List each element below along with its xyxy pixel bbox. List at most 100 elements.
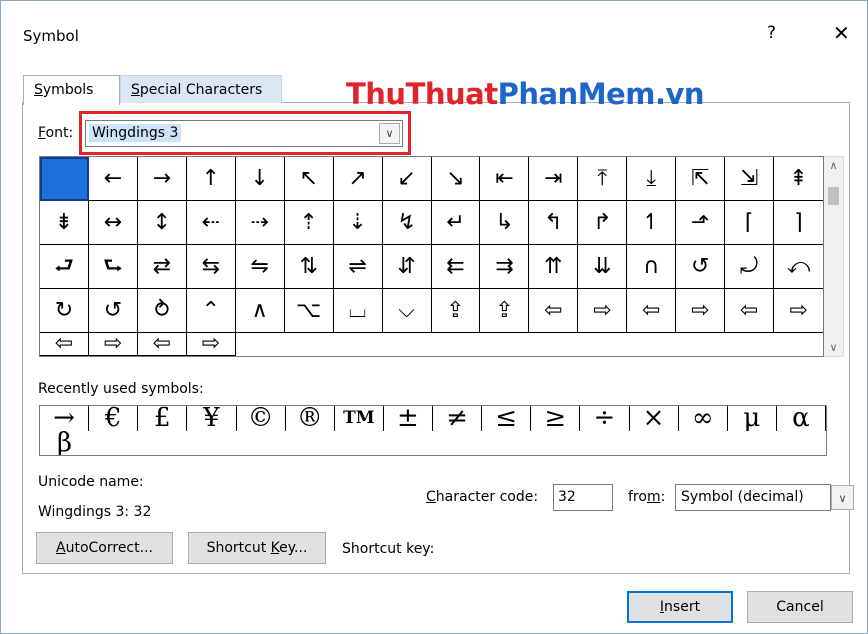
symbol-cell[interactable]: ⇤ [480,157,530,201]
recent-symbol-cell[interactable]: ÷ [580,406,630,431]
symbol-cell[interactable]: ⇲ [725,157,775,201]
symbol-cell[interactable]: ↓ [235,157,285,201]
symbol-cell[interactable]: ⇨ [88,333,138,356]
symbol-cell[interactable]: ⌈ [725,201,775,245]
symbol-cell[interactable]: ⇞ [774,157,823,201]
symbol-cell[interactable]: ↯ [382,201,432,245]
symbol-cell[interactable]: ↖ [284,157,334,201]
recent-symbol-cell[interactable]: £ [138,406,188,431]
recent-symbol-cell[interactable]: β [40,431,89,456]
symbol-cell[interactable]: ⌥ [284,289,334,333]
symbol-cell[interactable]: ⇦ [529,289,579,333]
symbol-cell[interactable]: ⤓ [627,157,677,201]
symbol-cell[interactable]: ⇠ [186,201,236,245]
symbol-cell[interactable]: ⇨ [578,289,628,333]
recent-symbol-cell[interactable]: © [237,406,286,431]
symbol-cell[interactable]: ∩ [627,245,677,289]
symbol-cell[interactable]: ⤺ [774,245,823,289]
symbol-cell-selected[interactable] [40,157,89,201]
from-select[interactable]: Symbol (decimal) ∨ [675,484,854,511]
symbol-cell[interactable]: ⇪ [431,289,481,333]
symbol-cell[interactable]: ⇦ [137,333,187,356]
symbol-cell[interactable]: ⮑ [88,245,138,289]
recent-symbol-cell[interactable]: ≤ [482,406,532,431]
symbol-cell[interactable]: ⇅ [284,245,334,289]
shortcut-key-button[interactable]: Shortcut Key... [188,532,326,564]
symbol-cell[interactable]: → [137,157,187,201]
scroll-down-icon[interactable]: ∨ [824,341,843,354]
symbol-cell[interactable]: ⇆ [186,245,236,289]
symbol-cell[interactable]: ∧ [235,289,285,333]
symbol-cell[interactable]: ⇋ [235,245,285,289]
help-button[interactable]: ? [767,23,776,43]
recent-symbol-cell[interactable]: α [777,406,826,431]
recent-symbol-cell[interactable]: μ [728,406,777,431]
symbol-cell[interactable]: ↘ [431,157,481,201]
symbol-cell[interactable]: ↕ [137,201,187,245]
symbol-cell[interactable]: ⌃ [186,289,236,333]
symbol-cell[interactable]: ⇡ [284,201,334,245]
symbol-cell[interactable]: ↗ [333,157,383,201]
recent-symbol-cell[interactable]: ± [384,406,433,431]
symbol-cell[interactable]: ⇄ [137,245,187,289]
recent-symbol-cell[interactable]: ∞ [679,406,728,431]
symbol-cell[interactable]: ⇊ [578,245,628,289]
symbol-cell[interactable]: ↔ [88,201,138,245]
symbol-cell[interactable]: ↺ [88,289,138,333]
symbol-cell[interactable]: ↳ [480,201,530,245]
symbol-cell[interactable]: ⇨ [186,333,236,356]
symbol-cell[interactable]: ⇱ [676,157,726,201]
chevron-down-icon[interactable]: ∨ [831,485,854,510]
scroll-up-icon[interactable]: ∧ [824,159,843,172]
symbol-cell[interactable]: ⤾ [725,245,775,289]
close-icon[interactable]: ✕ [833,21,850,45]
symbol-cell[interactable]: ⇇ [431,245,481,289]
symbol-cell[interactable]: ⇈ [529,245,579,289]
insert-button[interactable]: Insert [627,591,733,623]
recent-symbol-cell[interactable]: → [40,406,90,431]
character-code-input[interactable]: 32 [553,484,613,511]
scroll-thumb[interactable] [828,187,839,205]
symbol-cell[interactable]: ↿ [627,201,677,245]
symbol-cell[interactable]: ⮐ [40,245,89,289]
symbol-cell[interactable]: ⇉ [480,245,530,289]
recent-symbol-cell[interactable]: ® [286,406,335,431]
symbol-cell[interactable]: ⇦ [725,289,775,333]
symbol-cell[interactable]: ↰ [529,201,579,245]
symbol-cell[interactable]: ⬏ [676,201,726,245]
symbol-grid-scrollbar[interactable]: ∧ ∨ [824,156,844,357]
symbol-cell[interactable]: ↑ [186,157,236,201]
recent-symbol-cell[interactable]: ¥ [187,406,237,431]
symbol-cell[interactable]: ↺ [676,245,726,289]
symbol-cell[interactable]: ↱ [578,201,628,245]
recent-symbol-cell[interactable]: ≠ [433,406,483,431]
symbol-cell[interactable]: ⇵ [382,245,432,289]
symbol-cell[interactable]: ⇢ [235,201,285,245]
symbol-cell[interactable]: ⇪ [480,289,530,333]
symbol-cell[interactable]: ⌉ [774,201,823,245]
tab-special-characters[interactable]: Special Characters [120,75,282,103]
symbol-cell[interactable]: ⌵ [382,289,432,333]
symbol-cell[interactable]: ⇥ [529,157,579,201]
symbol-cell[interactable]: ⇟ [40,201,89,245]
recent-symbol-cell[interactable]: € [89,406,139,431]
tab-symbols[interactable]: Symbols [23,75,120,105]
symbol-cell[interactable]: ⇌ [333,245,383,289]
autocorrect-button[interactable]: AutoCorrect... [36,532,173,564]
symbol-cell[interactable]: ← [88,157,138,201]
recent-symbol-cell[interactable]: TM [335,406,384,431]
symbol-cell[interactable]: ⇣ [333,201,383,245]
symbol-cell[interactable]: ⇨ [774,289,823,333]
symbol-cell[interactable]: ⥁ [137,289,187,333]
symbol-cell[interactable]: ↙ [382,157,432,201]
recent-symbol-cell[interactable]: × [630,406,679,431]
symbol-cell[interactable]: ⇦ [627,289,677,333]
symbol-cell[interactable]: ⇦ [40,333,89,356]
symbol-cell[interactable]: ↻ [40,289,89,333]
symbol-cell[interactable]: ↵ [431,201,481,245]
cancel-button[interactable]: Cancel [747,591,853,623]
symbol-grid[interactable]: ← → ↑ ↓ ↖ ↗ ↙ ↘ ⇤ ⇥ ⤒ ⤓ ⇱ ⇲ ⇞ ⇟ ↔ ↕ ⇠ ⇢ ⇡ ⇣ ↯ ↵ ↳ ↰ ↱ ↿ ⬏ ⌈ ⌉ ⮐ ⮑ ⇄ ⇆ ⇋ ⇅ ⇌ ⇵ ⇇… [39,156,824,357]
symbol-cell[interactable]: ⇨ [676,289,726,333]
symbol-cell[interactable]: ⤒ [578,157,628,201]
symbol-cell[interactable]: ⌴ [333,289,383,333]
